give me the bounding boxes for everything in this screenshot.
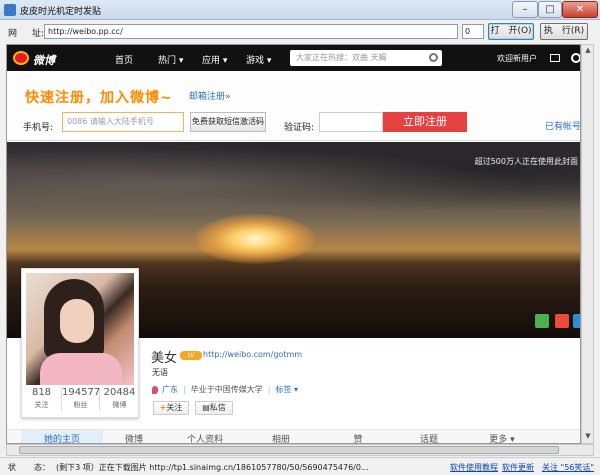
profile-meta: 广东 | 毕业于中国传媒大学 | 标签 ▾ — [152, 384, 298, 395]
profile-stats: 818 关注 194577 粉丝 20484 微博 — [22, 387, 140, 419]
update-link[interactable]: 软件更新 — [502, 462, 534, 473]
message-icon: ▤ — [202, 403, 210, 412]
maximize-button[interactable]: □ — [538, 1, 562, 18]
tab-album[interactable]: 相册 — [245, 430, 317, 443]
weibo-logo-icon[interactable] — [13, 51, 29, 65]
nav-item-apps[interactable]: 应用 ▾ — [202, 53, 227, 66]
status-label-2: 态： — [34, 463, 50, 472]
level-badge[interactable]: LV — [180, 351, 202, 360]
have-account-link[interactable]: 已有帐号 — [545, 119, 580, 132]
app-icon — [4, 4, 16, 16]
register-button[interactable]: 立即注册 — [383, 112, 467, 132]
scroll-thumb[interactable] — [19, 446, 559, 454]
stat-following[interactable]: 818 关注 — [22, 387, 61, 410]
cover-sun — [195, 214, 315, 264]
stat-followers[interactable]: 194577 粉丝 — [61, 387, 100, 410]
gear-icon[interactable] — [571, 53, 580, 63]
nav-item-hot[interactable]: 热门 ▾ — [158, 53, 183, 66]
weibo-search-input[interactable]: 大家正在热搜：双曲 天蝎 — [290, 50, 442, 66]
tab-her-home[interactable]: 她的主页 — [21, 430, 103, 443]
nav-item-games[interactable]: 游戏 ▾ — [246, 53, 271, 66]
search-icon[interactable] — [429, 53, 438, 62]
weibo-nav: 微博 首页 热门 ▾ 应用 ▾ 游戏 ▾ 大家正在热搜：双曲 天蝎 欢迎新用户 — [7, 45, 580, 71]
vertical-scrollbar[interactable]: ▲ ▼ — [581, 44, 594, 444]
window-title: 皮皮时光机定时发贴 — [20, 7, 102, 17]
url-input[interactable]: http://weibo.pp.cc/ — [44, 24, 458, 39]
profile-bio: 无语 — [152, 368, 168, 377]
cover-clouds — [7, 142, 580, 212]
stat-posts[interactable]: 20484 微博 — [100, 387, 139, 410]
phone-input[interactable]: 0086 请输入大陆手机号 — [62, 112, 184, 132]
report-icon[interactable] — [555, 314, 569, 328]
scroll-down-icon[interactable]: ▼ — [583, 432, 593, 442]
follow-jokes-link[interactable]: 关注 "56笑话" — [542, 462, 594, 473]
mail-register-link[interactable]: 邮箱注册» — [189, 89, 231, 102]
status-label-1: 状 — [8, 463, 16, 472]
run-button[interactable]: 执 行(R) — [540, 23, 588, 40]
code-label: 验证码: — [284, 123, 315, 133]
horizontal-scrollbar[interactable] — [6, 444, 594, 456]
address-bar: 网 址: http://weibo.pp.cc/ 0 打 开(O) 执 行(R) — [0, 21, 600, 43]
profile-tags[interactable]: 标签 ▾ — [275, 385, 298, 394]
minimize-button[interactable]: – — [512, 1, 538, 18]
tab-weibo[interactable]: 微博 — [103, 430, 165, 443]
weibo-logo-text[interactable]: 微博 — [33, 52, 55, 68]
profile-tabs: 她的主页 微博 个人资料 相册 赞 话题 更多 ▾ — [7, 429, 580, 443]
code-input[interactable] — [319, 112, 383, 132]
profile-name: 美女 — [151, 351, 178, 366]
close-button[interactable]: ✕ — [562, 1, 598, 18]
tab-likes[interactable]: 赞 — [317, 430, 399, 443]
nav-item-home[interactable]: 首页 — [115, 53, 133, 66]
avatar-card: 818 关注 194577 粉丝 20484 微博 — [21, 268, 139, 418]
window-titlebar: 皮皮时光机定时发贴 – □ ✕ — [0, 0, 600, 20]
open-button[interactable]: 打 开(O) — [488, 23, 534, 40]
share-icon[interactable] — [535, 314, 549, 328]
phone-label: 手机号: — [23, 123, 54, 133]
profile-location[interactable]: 广东 — [162, 385, 178, 394]
count-input[interactable]: 0 — [462, 24, 484, 39]
status-bar: 状 态： (剩下3 项）正在下载图片 http://tp1.sinaimg.cn… — [0, 457, 600, 475]
address-label-2: 址: — [32, 29, 45, 39]
tab-more[interactable]: 更多 ▾ — [459, 430, 545, 443]
register-bar: 快速注册，加入微博~ 邮箱注册» 手机号: 0086 请输入大陆手机号 免费获取… — [7, 71, 580, 141]
address-label-1: 网 — [8, 29, 18, 39]
new-user-link[interactable]: 欢迎新用户 — [497, 53, 537, 64]
cover-users-note: 超过500万人正在使用此封面 — [474, 157, 578, 166]
register-slogan: 快速注册，加入微博~ — [25, 90, 173, 106]
tab-profile[interactable]: 个人资料 — [165, 430, 245, 443]
more-icon[interactable] — [573, 314, 580, 328]
tutorial-link[interactable]: 软件使用教程 — [450, 462, 498, 473]
avatar[interactable] — [26, 273, 134, 385]
follow-button[interactable]: +关注 — [153, 401, 189, 415]
message-button[interactable]: ▤私信 — [195, 401, 233, 415]
tab-topics[interactable]: 话题 — [399, 430, 459, 443]
browser-viewport: 微博 首页 热门 ▾ 应用 ▾ 游戏 ▾ 大家正在热搜：双曲 天蝎 欢迎新用户 … — [6, 44, 581, 444]
search-placeholder: 大家正在热搜：双曲 天蝎 — [296, 53, 387, 62]
location-pin-icon — [152, 385, 158, 394]
profile-link[interactable]: http://weibo.com/gotmm — [203, 350, 302, 359]
mail-icon[interactable] — [550, 54, 560, 62]
status-message: (剩下3 项）正在下载图片 http://tp1.sinaimg.cn/1861… — [56, 463, 369, 472]
sms-code-button[interactable]: 免费获取短信激活码 — [190, 112, 266, 132]
profile-school[interactable]: 毕业于中国传媒大学 — [191, 385, 263, 394]
scroll-up-icon[interactable]: ▲ — [583, 46, 593, 56]
